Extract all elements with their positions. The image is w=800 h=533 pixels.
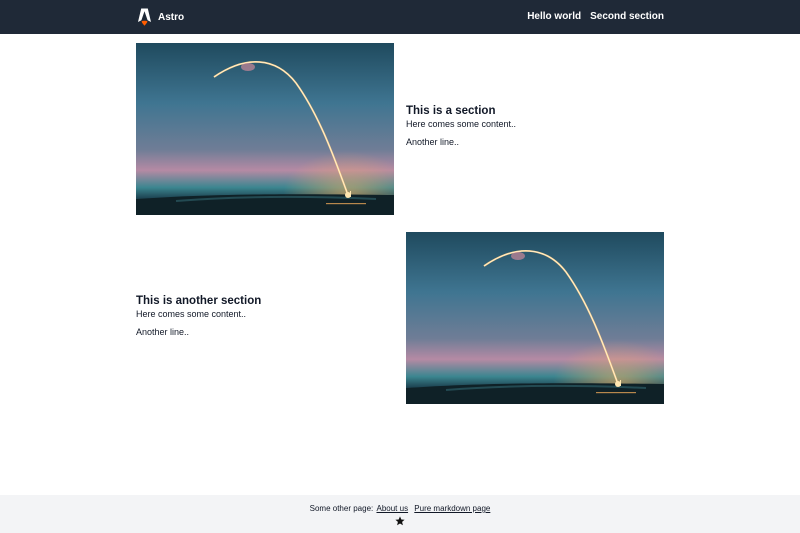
section-1-image (136, 43, 394, 215)
section-2-content: This is another section Here comes some … (136, 294, 394, 338)
astro-logo-icon (138, 8, 151, 26)
navbar: Astro Hello world Second section (0, 0, 800, 34)
section-1-line-1: Here comes some content.. (406, 119, 517, 129)
section-2-line-2: Another line.. (136, 327, 190, 337)
main-nav: Hello world Second section (527, 11, 664, 23)
brand-name: Astro (158, 11, 185, 23)
section-2-line-1: Here comes some content.. (136, 309, 247, 319)
section-2-image (406, 232, 664, 404)
nav-link-second-section[interactable]: Second section (590, 11, 664, 23)
footer-prefix: Some other page: (309, 504, 374, 513)
section-1-line-2: Another line.. (406, 137, 460, 147)
section-1-content: This is a section Here comes some conten… (406, 104, 664, 148)
brand-link[interactable]: Astro (138, 8, 184, 26)
footer-link-pure-markdown[interactable]: Pure markdown page (414, 504, 490, 513)
star-icon (395, 513, 405, 526)
footer-link-about-us[interactable]: About us (376, 504, 408, 513)
section-1-title: This is a section (406, 105, 496, 117)
nav-link-hello-world[interactable]: Hello world (527, 11, 581, 23)
section-2-title: This is another section (136, 295, 262, 307)
